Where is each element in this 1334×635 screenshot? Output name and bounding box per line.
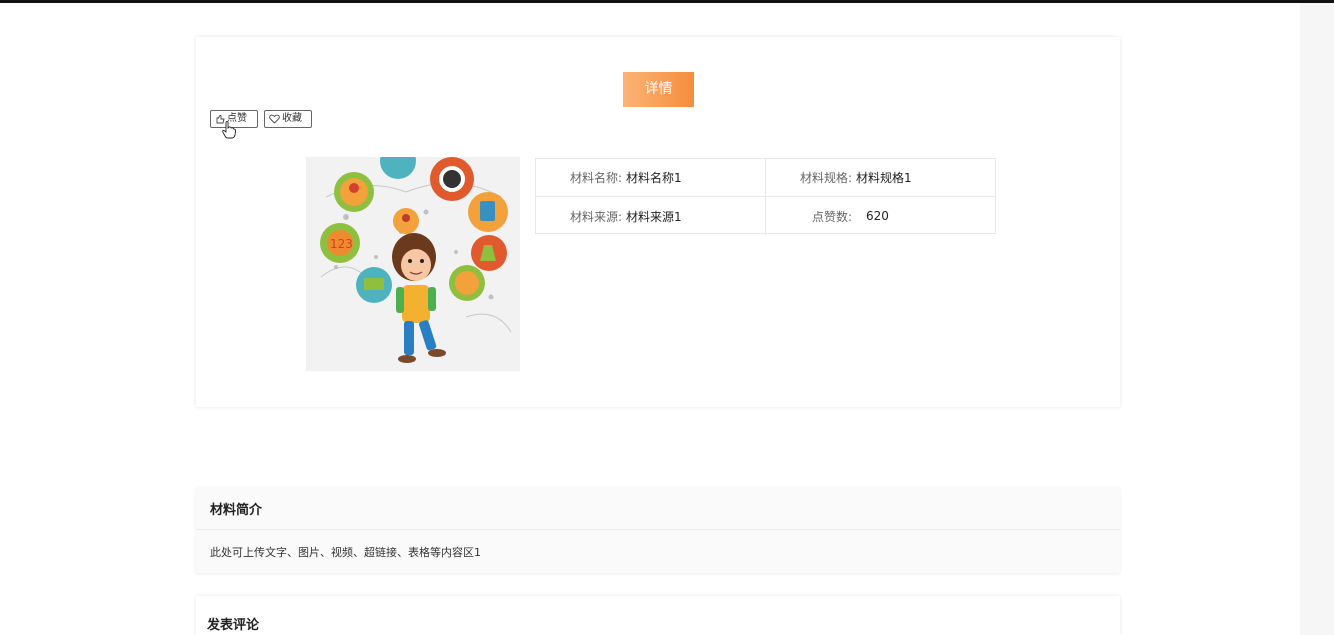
material-image: 123 [306, 157, 520, 371]
info-cell-name: 材料名称: 材料名称1 [536, 159, 765, 196]
material-info-table: 材料名称: 材料名称1 材料规格: 材料规格1 材料来源: 材料来源1 点赞数:… [535, 158, 996, 235]
favorite-button[interactable]: 收藏 [264, 110, 312, 128]
info-cell-likes: 点赞数: 620 [765, 197, 995, 235]
info-row: 材料名称: 材料名称1 材料规格: 材料规格1 [536, 159, 995, 197]
like-count-value: 620 [866, 209, 889, 223]
top-bar [0, 0, 1334, 3]
material-name-label: 材料名称: [569, 171, 622, 185]
scrollbar-track[interactable] [1300, 3, 1334, 635]
hand-cursor-icon [222, 121, 236, 139]
material-source-value: 材料来源1 [626, 209, 682, 224]
info-cell-source: 材料来源: 材料来源1 [536, 197, 765, 235]
material-spec-value: 材料规格1 [856, 171, 912, 185]
detail-card: 详情 点赞 收藏 123 材料名称: 材料名称1 材料规格: 材料规格1 材料来… [196, 37, 1120, 407]
material-source-label: 材料来源: [569, 209, 622, 224]
material-spec-label: 材料规格: [799, 171, 852, 185]
favorite-label: 收藏 [282, 113, 302, 124]
intro-content: 此处可上传文字、图片、视频、超链接、表格等内容区1 [210, 545, 481, 559]
intro-card: 材料简介 此处可上传文字、图片、视频、超链接、表格等内容区1 [196, 487, 1120, 573]
like-count-label: 点赞数: [811, 209, 852, 224]
info-row: 材料来源: 材料来源1 点赞数: 620 [536, 197, 995, 235]
comment-title: 发表评论 [207, 618, 260, 633]
material-name-value: 材料名称1 [626, 171, 682, 185]
intro-title: 材料简介 [196, 487, 1120, 530]
svg-text:123: 123 [330, 237, 353, 251]
heart-icon [269, 114, 280, 124]
comment-card: 发表评论 [196, 596, 1120, 635]
info-cell-spec: 材料规格: 材料规格1 [765, 159, 995, 196]
detail-title: 详情 [623, 72, 694, 107]
